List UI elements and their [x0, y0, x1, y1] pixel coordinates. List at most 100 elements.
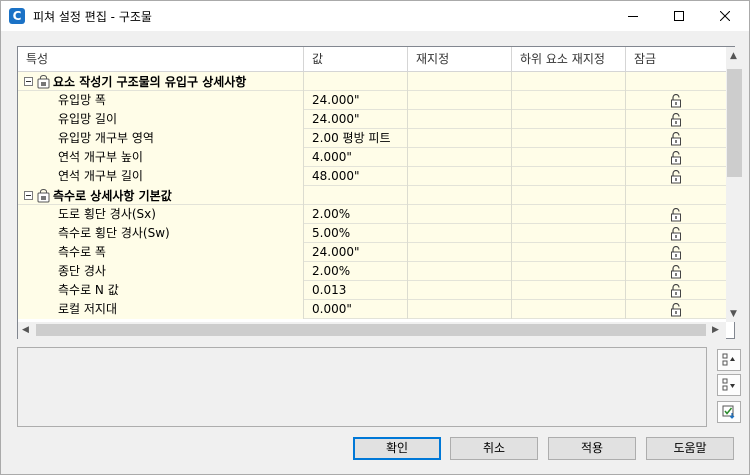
- child-override-cell[interactable]: [512, 205, 626, 224]
- override-cell[interactable]: [408, 262, 512, 281]
- column-header-property[interactable]: 특성: [18, 47, 304, 72]
- value-cell[interactable]: 0.013: [304, 281, 408, 300]
- column-header-override[interactable]: 재지정: [408, 47, 512, 72]
- scroll-right-icon[interactable]: ▶: [712, 325, 719, 335]
- override-cell[interactable]: [408, 300, 512, 319]
- table-row[interactable]: 연석 개구부 길이 48.000": [18, 167, 726, 186]
- vertical-scroll-thumb[interactable]: [727, 69, 742, 177]
- unlock-icon[interactable]: [670, 93, 682, 108]
- lock-cell[interactable]: [626, 300, 726, 319]
- lock-cell[interactable]: [626, 167, 726, 186]
- property-cell: 유입망 개구부 영역: [18, 129, 304, 148]
- value-cell[interactable]: 2.00 평방 피트: [304, 129, 408, 148]
- child-override-cell[interactable]: [512, 148, 626, 167]
- move-down-icon: [722, 378, 735, 391]
- column-header-child-override[interactable]: 하위 요소 재지정: [512, 47, 626, 72]
- value-cell[interactable]: 2.00%: [304, 262, 408, 281]
- override-cell[interactable]: [408, 224, 512, 243]
- unlock-icon[interactable]: [670, 283, 682, 298]
- lock-cell[interactable]: [626, 243, 726, 262]
- table-row[interactable]: 유입망 폭 24.000": [18, 91, 726, 110]
- child-override-cell[interactable]: [512, 224, 626, 243]
- group-lock-cell: [626, 72, 726, 91]
- move-up-icon: [722, 353, 735, 366]
- lock-cell[interactable]: [626, 281, 726, 300]
- override-cell[interactable]: [408, 205, 512, 224]
- child-override-cell[interactable]: [512, 110, 626, 129]
- child-override-cell[interactable]: [512, 243, 626, 262]
- table-row[interactable]: 유입망 개구부 영역 2.00 평방 피트: [18, 129, 726, 148]
- table-row[interactable]: 측수로 횡단 경사(Sw) 5.00%: [18, 224, 726, 243]
- unlock-icon[interactable]: [670, 302, 682, 317]
- table-row[interactable]: 연석 개구부 높이 4.000": [18, 148, 726, 167]
- unlock-icon[interactable]: [670, 207, 682, 222]
- title-bar[interactable]: C 피쳐 설정 편집 - 구조물: [1, 1, 749, 31]
- move-down-button[interactable]: [717, 374, 741, 396]
- help-button[interactable]: 도움말: [646, 437, 734, 460]
- ok-button[interactable]: 확인: [353, 437, 441, 460]
- value-cell[interactable]: 5.00%: [304, 224, 408, 243]
- child-override-cell[interactable]: [512, 129, 626, 148]
- override-cell[interactable]: [408, 167, 512, 186]
- table-row[interactable]: 측수로 N 값 0.013: [18, 281, 726, 300]
- lock-cell[interactable]: [626, 262, 726, 281]
- value-cell[interactable]: 24.000": [304, 110, 408, 129]
- override-cell[interactable]: [408, 91, 512, 110]
- apply-button[interactable]: 적용: [548, 437, 636, 460]
- override-cell[interactable]: [408, 281, 512, 300]
- scroll-up-icon[interactable]: ▲: [730, 51, 737, 61]
- group-value-cell: [304, 72, 408, 91]
- close-button[interactable]: [702, 1, 748, 31]
- unlock-icon[interactable]: [670, 169, 682, 184]
- override-cell[interactable]: [408, 243, 512, 262]
- value-cell[interactable]: 0.000": [304, 300, 408, 319]
- unlock-icon[interactable]: [670, 131, 682, 146]
- scroll-down-icon[interactable]: ▼: [730, 309, 737, 319]
- unlock-icon[interactable]: [670, 264, 682, 279]
- lock-cell[interactable]: [626, 129, 726, 148]
- table-row[interactable]: 종단 경사 2.00%: [18, 262, 726, 281]
- child-override-cell[interactable]: [512, 262, 626, 281]
- lock-cell[interactable]: [626, 224, 726, 243]
- unlock-icon[interactable]: [670, 112, 682, 127]
- cancel-button[interactable]: 취소: [450, 437, 538, 460]
- value-cell[interactable]: 2.00%: [304, 205, 408, 224]
- lock-cell[interactable]: [626, 148, 726, 167]
- value-cell[interactable]: 24.000": [304, 243, 408, 262]
- collapse-toggle-icon[interactable]: [24, 77, 33, 86]
- collapse-toggle-icon[interactable]: [24, 191, 33, 200]
- table-row[interactable]: 측수로 폭 24.000": [18, 243, 726, 262]
- child-override-cell[interactable]: [512, 300, 626, 319]
- column-header-lock[interactable]: 잠금: [626, 47, 726, 72]
- vertical-scrollbar[interactable]: ▲ ▼: [726, 47, 743, 322]
- value-cell[interactable]: 48.000": [304, 167, 408, 186]
- scroll-left-icon[interactable]: ◀: [22, 325, 29, 335]
- horizontal-scrollbar[interactable]: ◀ ▶: [18, 322, 726, 339]
- table-row[interactable]: 도로 횡단 경사(Sx) 2.00%: [18, 205, 726, 224]
- table-row[interactable]: 로컬 저지대 0.000": [18, 300, 726, 319]
- override-cell[interactable]: [408, 129, 512, 148]
- lock-cell[interactable]: [626, 110, 726, 129]
- move-up-button[interactable]: [717, 349, 741, 371]
- value-cell[interactable]: 4.000": [304, 148, 408, 167]
- table-row[interactable]: 유입망 길이 24.000": [18, 110, 726, 129]
- lock-cell[interactable]: [626, 91, 726, 110]
- override-cell[interactable]: [408, 110, 512, 129]
- minimize-button[interactable]: [610, 1, 656, 31]
- group-row[interactable]: 측수로 상세사항 기본값: [18, 186, 726, 205]
- unlock-icon[interactable]: [670, 150, 682, 165]
- description-panel: [17, 347, 707, 427]
- group-row[interactable]: 요소 작성기 구조물의 유입구 상세사항: [18, 72, 726, 91]
- child-override-cell[interactable]: [512, 281, 626, 300]
- unlock-icon[interactable]: [670, 245, 682, 260]
- check-apply-button[interactable]: [717, 401, 741, 423]
- value-cell[interactable]: 24.000": [304, 91, 408, 110]
- column-header-value[interactable]: 값: [304, 47, 408, 72]
- lock-cell[interactable]: [626, 205, 726, 224]
- maximize-button[interactable]: [656, 1, 702, 31]
- unlock-icon[interactable]: [670, 226, 682, 241]
- child-override-cell[interactable]: [512, 167, 626, 186]
- horizontal-scroll-thumb[interactable]: [36, 324, 706, 336]
- child-override-cell[interactable]: [512, 91, 626, 110]
- override-cell[interactable]: [408, 148, 512, 167]
